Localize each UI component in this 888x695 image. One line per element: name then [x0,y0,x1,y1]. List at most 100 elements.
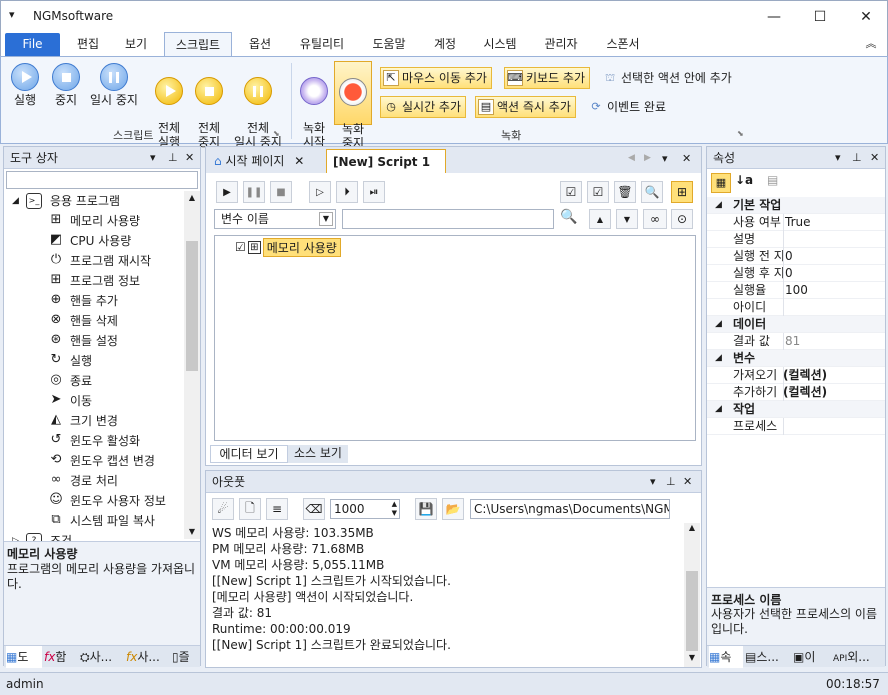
erase-button[interactable]: ⌫ [303,498,325,520]
output-scrollbar[interactable]: ▲ ▼ [684,523,700,667]
action-node[interactable]: ☑ ⊞ 메모리 사용량 [235,237,341,257]
property-category[interactable]: ◢ 작업 [707,401,885,418]
menu-script[interactable]: 스크립트 [164,32,232,57]
property-row[interactable]: 설명 [707,231,885,248]
check-all-button[interactable]: ☑ [560,181,582,203]
dropdown-icon[interactable]: ▾ [650,471,656,493]
property-category[interactable]: ◢ 기본 작업 [707,197,885,214]
property-value[interactable]: (컬렉션) [783,367,827,384]
tab-external[interactable]: API외... [833,646,883,668]
pause-tool-button[interactable]: ❚❚ [243,181,265,203]
run-tool-button[interactable]: ▶ [216,181,238,203]
tab-editor-view[interactable]: 에디터 보기 [210,445,288,463]
step-button[interactable]: ▷ [309,181,331,203]
menu-file[interactable]: File [5,33,60,56]
open-folder-button[interactable]: 📂 [442,498,464,520]
log-limit-input[interactable]: 1000 ▲ ▼ [330,499,400,519]
close-icon[interactable]: ✕ [185,147,194,169]
menu-view[interactable]: 보기 [113,32,159,56]
toolbox-scrollbar[interactable]: ▲ ▼ [184,191,200,539]
record-group-launcher-icon[interactable]: ⬊ [737,129,744,138]
stop-button[interactable]: 중지 [47,63,85,107]
event-done-button[interactable]: ⟳ 이벤트 완료 [585,96,671,118]
property-value[interactable]: True [785,214,811,231]
property-row[interactable]: 아이디 [707,299,885,316]
save-button[interactable]: 💾 [415,498,437,520]
expand-icon[interactable]: ▷ [12,531,19,541]
tab-source-view[interactable]: 소스 보기 [288,445,348,463]
stop-all-button[interactable]: 전체 중지 [189,63,229,149]
property-row[interactable]: 실행 전 지연0 [707,248,885,265]
property-category[interactable]: ◢ 변수 [707,350,885,367]
tab-script-list[interactable]: ▤스... [745,646,789,668]
menu-edit[interactable]: 편집 [65,32,111,56]
loop-button[interactable]: ∞ [643,209,667,229]
pin-icon[interactable]: ⊥ [666,471,676,493]
close-icon[interactable]: ✕ [683,471,692,493]
scroll-up-icon[interactable]: ▲ [684,523,700,532]
search-icon[interactable]: 🔍 [560,209,577,225]
move-down-button[interactable]: ▼ [616,209,638,229]
menu-account[interactable]: 계정 [425,32,465,56]
toolbox-search-input[interactable] [6,171,198,189]
variable-select[interactable]: 변수 이름 ▼ [214,209,336,229]
app-menu-icon[interactable]: ▾ [9,8,15,21]
run-selected-button[interactable]: ⏵ [336,181,358,203]
run-all-button[interactable]: 전체 실행 [149,63,189,149]
scroll-thumb[interactable] [186,241,198,371]
collapse-icon[interactable]: ◢ [715,316,722,333]
log-path-input[interactable]: C:\Users\ngmas\Documents\NGM6\ [470,499,670,519]
script-canvas[interactable]: ☑ ⊞ 메모리 사용량 [214,235,696,441]
chevron-down-icon[interactable]: ▼ [319,212,333,226]
tab-user-fx[interactable]: fx사... [126,646,170,668]
stepper-icon[interactable]: ▲ ▼ [392,500,397,518]
instant-add-button[interactable]: ▤ 액션 즉시 추가 [475,96,576,118]
tab-user[interactable]: ⛭사... [80,646,124,668]
move-up-button[interactable]: ▲ [589,209,611,229]
menu-sponsor[interactable]: 스폰서 [597,32,649,56]
run-from-button[interactable]: ⏯ [363,181,385,203]
realtime-add-button[interactable]: ◷ 실시간 추가 [380,96,467,118]
property-row[interactable]: 실행 후 지연0 [707,265,885,282]
mouse-move-add-button[interactable]: ⇱ 마우스 이동 추가 [380,67,492,89]
tab-script-1[interactable]: [New] Script 1 ✕ [326,149,446,193]
script-group-launcher-icon[interactable]: ⬊ [273,129,280,138]
pin-icon[interactable]: ⊥ [168,147,178,169]
sort-az-icon[interactable]: ↓a [735,173,753,187]
property-value[interactable]: 100 [785,282,808,299]
save-log-button[interactable]: 🗋 [239,498,261,520]
collapse-icon[interactable]: ◢ [715,350,722,367]
find-button[interactable]: 🔍 [641,181,663,203]
tree-view-button[interactable]: ⊞ [671,181,693,203]
close-icon[interactable]: ✕ [870,147,879,169]
close-tab-icon[interactable]: ✕ [294,154,304,168]
tab-images[interactable]: ▣이 [793,646,829,668]
stop-tool-button[interactable]: ■ [270,181,292,203]
tab-list-icon[interactable]: ▾ [662,152,668,165]
property-value[interactable]: 0 [785,248,793,265]
property-row[interactable]: 가져오기 (컬렉션) [707,367,885,384]
property-value[interactable]: (컬렉션) [783,384,827,401]
tab-favorites[interactable]: ▯즐 [172,646,200,668]
menu-utility[interactable]: 유틸리티 [291,32,353,56]
minimize-button[interactable]: — [751,1,797,33]
wrap-button[interactable]: ≡ [266,498,288,520]
scroll-down-icon[interactable]: ▼ [684,653,700,662]
record-stop-button[interactable]: 녹화 중지 [334,61,372,150]
record-start-button[interactable]: 녹화 시작 [297,63,331,149]
tab-properties[interactable]: ▦속 [709,646,743,668]
property-value[interactable]: 0 [785,265,793,282]
menu-system[interactable]: 시스템 [475,32,525,56]
property-pages-icon[interactable]: ▤ [767,173,778,187]
tab-right-icon[interactable]: ▶ [644,153,651,163]
dropdown-icon[interactable]: ▾ [835,147,841,169]
maximize-button[interactable]: ☐ [797,1,843,33]
delete-button[interactable]: 🗑 [614,181,636,203]
tab-toolbox[interactable]: ▦도 [6,646,42,668]
clear-log-button[interactable]: ☄ [212,498,234,520]
uncheck-button[interactable]: ☑ [587,181,609,203]
categorized-icon[interactable]: ▦ [711,173,731,193]
menu-admin[interactable]: 관리자 [535,32,587,56]
run-button[interactable]: 실행 [5,63,45,107]
scroll-thumb[interactable] [686,571,698,651]
